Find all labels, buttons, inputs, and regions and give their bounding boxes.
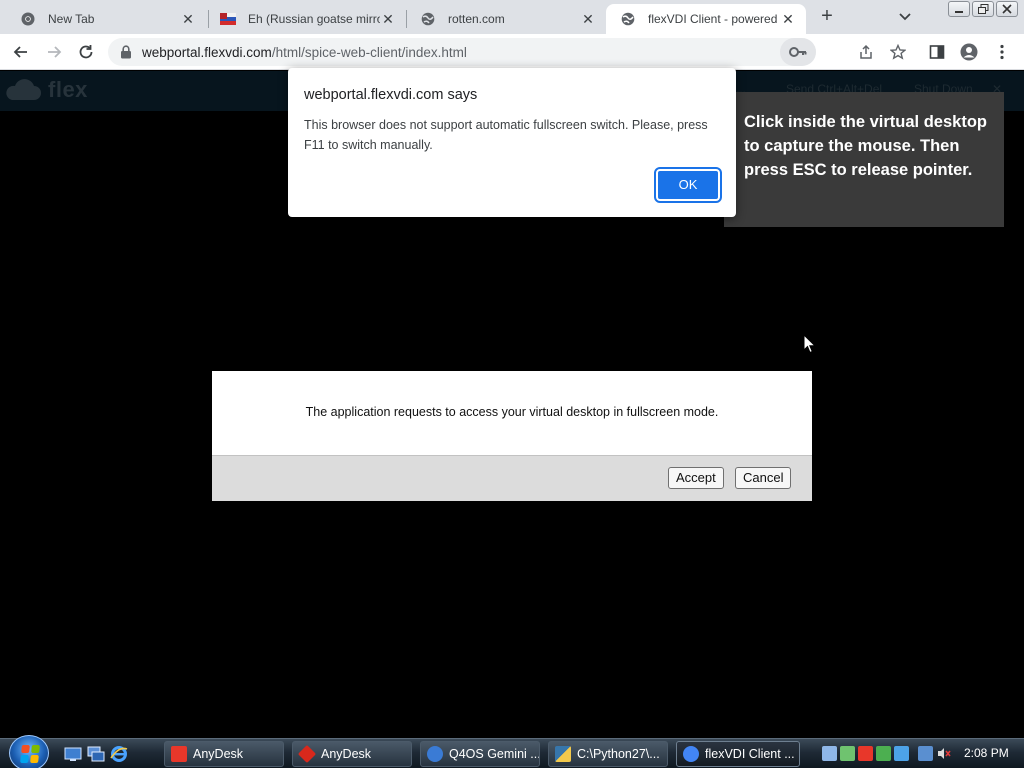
tab-new-tab[interactable]: New Tab ✕ — [6, 4, 206, 34]
tab-title: Eh (Russian goatse mirror — [248, 12, 380, 26]
show-desktop-icon[interactable] — [64, 745, 82, 763]
taskbar-item-anydesk-1[interactable]: AnyDesk — [164, 741, 284, 767]
tray-app-icon[interactable] — [894, 746, 909, 761]
javascript-alert-dialog: webportal.flexvdi.com says This browser … — [288, 68, 736, 217]
ok-button[interactable]: OK — [654, 167, 722, 203]
window-controls — [948, 1, 1018, 17]
url-path: /html/spice-web-client/index.html — [271, 45, 467, 60]
restore-button[interactable] — [972, 1, 994, 17]
tab-title: rotten.com — [448, 12, 505, 26]
window-switcher-icon[interactable] — [87, 745, 105, 763]
network-icon[interactable] — [918, 746, 933, 761]
tray-app-icon[interactable] — [822, 746, 837, 761]
flexvdi-logo: flex — [4, 77, 88, 103]
tab-title: New Tab — [48, 12, 95, 26]
tab-flexvdi-client[interactable]: flexVDI Client - powered ✕ — [606, 4, 806, 34]
taskbar-item-q4os[interactable]: Q4OS Gemini ... — [420, 741, 540, 767]
clock[interactable]: 2:08 PM — [964, 746, 1009, 760]
windows-logo-icon — [20, 745, 40, 763]
brand-text: flex — [48, 77, 88, 102]
taskbar-item-label: flexVDI Client ... — [705, 747, 795, 761]
share-icon[interactable] — [856, 42, 876, 62]
globe-icon — [420, 11, 436, 27]
lock-icon[interactable] — [120, 45, 132, 59]
taskbar-item-label: Q4OS Gemini ... — [449, 747, 540, 761]
taskbar-item-label: C:\Python27\... — [577, 747, 660, 761]
start-button[interactable] — [9, 735, 49, 768]
chrome-icon — [683, 746, 699, 762]
tab-search-chevron-icon[interactable] — [896, 8, 914, 26]
globe-icon — [620, 11, 636, 27]
reload-icon — [79, 45, 93, 59]
fullscreen-dialog-footer: Accept Cancel — [212, 455, 812, 501]
capture-mouse-tooltip: Click inside the virtual desktop to capt… — [724, 92, 1004, 227]
taskbar-item-python[interactable]: C:\Python27\... — [548, 741, 668, 767]
screen: New Tab ✕ Eh (Russian goatse mirror ✕ ro… — [0, 0, 1024, 768]
taskbar-item-flexvdi[interactable]: flexVDI Client ... — [676, 741, 800, 767]
taskbar-item-label: AnyDesk — [321, 747, 372, 761]
back-arrow-icon — [13, 46, 27, 58]
url-text[interactable]: webportal.flexvdi.com/html/spice-web-cli… — [142, 45, 467, 60]
browser-menu-icon[interactable] — [992, 42, 1012, 62]
alert-title: webportal.flexvdi.com says — [304, 87, 478, 103]
forward-button[interactable] — [42, 41, 66, 63]
close-window-button[interactable] — [996, 1, 1018, 17]
tab-title: flexVDI Client - powered — [648, 12, 778, 26]
forward-arrow-icon — [48, 46, 62, 58]
internet-explorer-icon[interactable] — [110, 745, 128, 763]
url-host: webportal.flexvdi.com — [142, 45, 272, 60]
reload-button[interactable] — [74, 41, 98, 63]
cancel-button[interactable]: Cancel — [735, 467, 792, 489]
close-tab-icon[interactable]: ✕ — [180, 11, 196, 27]
anydesk-icon — [171, 746, 187, 762]
anydesk-icon — [297, 744, 317, 764]
fullscreen-request-dialog: The application requests to access your … — [212, 371, 812, 501]
volume-muted-icon[interactable] — [936, 746, 951, 761]
tab-russian-mirror[interactable]: Eh (Russian goatse mirror ✕ — [206, 4, 406, 34]
side-panel-icon[interactable] — [927, 42, 947, 62]
new-tab-button[interactable]: + — [816, 6, 838, 28]
tab-strip: New Tab ✕ Eh (Russian goatse mirror ✕ ro… — [0, 0, 1024, 34]
tray-app-icon[interactable] — [876, 746, 891, 761]
flag-icon — [220, 11, 236, 27]
mouse-pointer-icon — [803, 334, 817, 354]
close-tab-icon[interactable]: ✕ — [580, 11, 596, 27]
back-button[interactable] — [9, 41, 33, 63]
key-icon[interactable] — [780, 38, 816, 66]
taskbar-item-label: AnyDesk — [193, 747, 244, 761]
profile-avatar-icon[interactable] — [959, 42, 979, 62]
browser-toolbar: webportal.flexvdi.com/html/spice-web-cli… — [0, 34, 1024, 70]
windows-taskbar: AnyDesk AnyDesk Q4OS Gemini ... C:\Pytho… — [0, 735, 1024, 768]
fullscreen-dialog-message: The application requests to access your … — [305, 405, 719, 419]
taskbar-item-anydesk-2[interactable]: AnyDesk — [292, 741, 412, 767]
close-tab-icon[interactable]: ✕ — [780, 11, 796, 27]
cloud-icon — [6, 79, 41, 100]
q4os-icon — [427, 746, 443, 762]
chrome-icon — [20, 11, 36, 27]
tray-app-icon[interactable] — [840, 746, 855, 761]
accept-button[interactable]: Accept — [668, 467, 724, 489]
anydesk-tray-icon[interactable] — [858, 746, 873, 761]
minimize-button[interactable] — [948, 1, 970, 17]
python-icon — [555, 746, 571, 762]
alert-message: This browser does not support automatic … — [304, 118, 708, 152]
close-tab-icon[interactable]: ✕ — [380, 11, 396, 27]
address-bar[interactable]: webportal.flexvdi.com/html/spice-web-cli… — [108, 38, 816, 66]
bookmark-star-icon[interactable] — [888, 42, 908, 62]
tab-rotten[interactable]: rotten.com ✕ — [406, 4, 606, 34]
